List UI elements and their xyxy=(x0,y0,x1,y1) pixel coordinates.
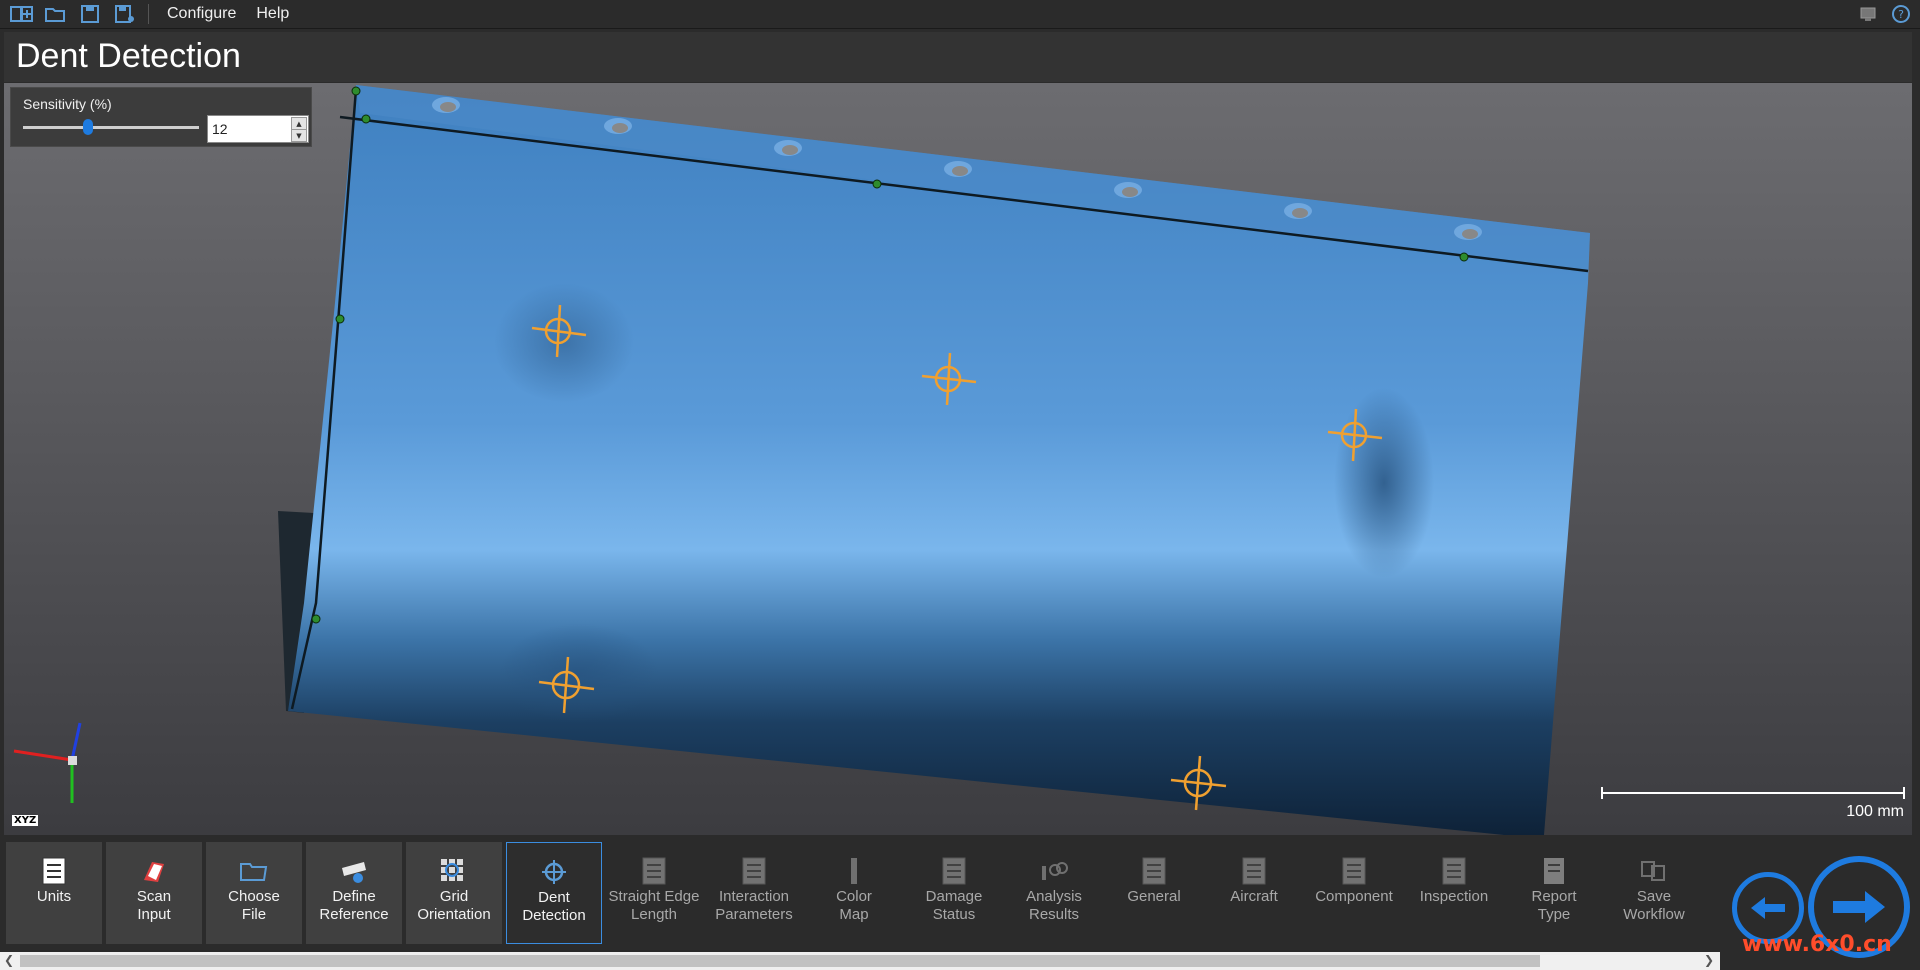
axis-label: XYZ xyxy=(12,815,39,826)
title-bar: Dent Detection xyxy=(4,32,1912,82)
define-reference-icon xyxy=(338,856,370,886)
tool-damage-status-button: Damage Status xyxy=(906,842,1002,944)
choose-file-icon xyxy=(238,856,270,886)
scan-input-icon xyxy=(138,856,170,886)
tool-label: Straight Edge Length xyxy=(608,888,700,923)
axis-triad xyxy=(13,722,82,803)
tool-units-button[interactable]: Units xyxy=(6,842,102,944)
tool-dent-detection-button[interactable]: Dent Detection xyxy=(506,842,602,944)
sensitivity-slider-track[interactable] xyxy=(23,126,199,129)
arrow-right-icon xyxy=(1833,891,1885,923)
tool-label: Inspection xyxy=(1419,888,1489,905)
dent-shadow xyxy=(499,623,659,723)
horizontal-scrollbar[interactable]: ❮ ❯ xyxy=(0,952,1720,970)
menu-help[interactable]: Help xyxy=(256,5,289,23)
3d-viewport[interactable]: Sensitivity (%) ▲ ▼ 100 mm XYZ xyxy=(4,83,1912,835)
new-project-icon[interactable] xyxy=(10,3,34,25)
sensitivity-panel: Sensitivity (%) ▲ ▼ xyxy=(10,87,312,147)
scroll-left-icon[interactable]: ❮ xyxy=(4,953,14,967)
tool-label: Damage Status xyxy=(925,888,983,923)
inspection-icon xyxy=(1438,856,1470,886)
page-title: Dent Detection xyxy=(16,37,241,75)
tool-inspection-button: Inspection xyxy=(1406,842,1502,944)
sensitivity-spinbox: ▲ ▼ xyxy=(207,115,309,143)
menu-separator xyxy=(148,4,149,24)
save-as-icon[interactable] xyxy=(112,3,136,25)
help-icon[interactable]: ? xyxy=(1890,4,1912,24)
scroll-right-icon[interactable]: ❯ xyxy=(1704,953,1714,967)
tool-label: Define Reference xyxy=(319,888,389,923)
scrollbar-thumb[interactable] xyxy=(20,955,1540,967)
tool-analysis-results-button: Analysis Results xyxy=(1006,842,1102,944)
component-icon xyxy=(1338,856,1370,886)
tool-straight-edge-length-button: Straight Edge Length xyxy=(606,842,702,944)
dent-shadow xyxy=(1334,388,1434,578)
dent-shadow xyxy=(494,283,634,403)
tool-save-workflow-button: Save Workflow xyxy=(1606,842,1702,944)
tool-scan-input-button[interactable]: Scan Input xyxy=(106,842,202,944)
color-map-icon xyxy=(838,856,870,886)
tool-label: Dent Detection xyxy=(522,889,586,924)
analysis-results-icon xyxy=(1038,856,1070,886)
tool-label: Aircraft xyxy=(1230,888,1278,905)
tool-general-button: General xyxy=(1106,842,1202,944)
tool-report-type-button: Report Type xyxy=(1506,842,1602,944)
display-icon[interactable] xyxy=(1858,4,1880,24)
tool-label: Analysis Results xyxy=(1026,888,1082,923)
report-type-icon xyxy=(1538,856,1570,886)
tool-label: Units xyxy=(36,888,72,905)
save-icon[interactable] xyxy=(78,3,102,25)
scale-bar xyxy=(1601,787,1905,799)
dent-detection-icon xyxy=(538,857,570,887)
tool-color-map-button: Color Map xyxy=(806,842,902,944)
tool-label: Choose File xyxy=(228,888,280,923)
tool-aircraft-button: Aircraft xyxy=(1206,842,1302,944)
menu-bar: Configure Help ? xyxy=(0,0,1920,29)
damage-status-icon xyxy=(938,856,970,886)
tool-label: Scan Input xyxy=(136,888,172,923)
tool-label: Color Map xyxy=(836,888,872,923)
tool-define-reference-button[interactable]: Define Reference xyxy=(306,842,402,944)
workflow-toolbar: Units Scan Input Choose File Define Referen… xyxy=(0,836,1920,952)
interaction-parameters-icon xyxy=(738,856,770,886)
units-icon xyxy=(38,856,70,886)
tool-label: Component xyxy=(1315,888,1393,905)
tool-label: Interaction Parameters xyxy=(715,888,793,923)
tool-choose-file-button[interactable]: Choose File xyxy=(206,842,302,944)
watermark: www.6x0.cn xyxy=(1742,932,1892,957)
sensitivity-label: Sensitivity (%) xyxy=(23,96,112,112)
sensitivity-input[interactable] xyxy=(210,118,290,140)
tool-interaction-parameters-button: Interaction Parameters xyxy=(706,842,802,944)
spin-down-icon[interactable]: ▼ xyxy=(291,129,307,142)
straight-edge-length-icon xyxy=(638,856,670,886)
scale-label: 100 mm xyxy=(1846,803,1904,820)
tool-label: General xyxy=(1127,888,1181,905)
open-folder-icon[interactable] xyxy=(44,3,68,25)
arrow-left-icon xyxy=(1751,897,1785,919)
svg-text:?: ? xyxy=(1898,8,1904,21)
sensitivity-slider-thumb[interactable] xyxy=(82,119,93,135)
save-workflow-icon xyxy=(1638,856,1670,886)
grid-orientation-icon xyxy=(438,856,470,886)
menu-configure[interactable]: Configure xyxy=(167,5,236,23)
general-icon xyxy=(1138,856,1170,886)
scan-scene[interactable] xyxy=(4,83,1912,835)
tool-label: Save Workflow xyxy=(1623,888,1685,923)
tool-label: Report Type xyxy=(1531,888,1577,923)
tool-label: Grid Orientation xyxy=(417,888,491,923)
tool-component-button: Component xyxy=(1306,842,1402,944)
tool-grid-orientation-button[interactable]: Grid Orientation xyxy=(406,842,502,944)
aircraft-icon xyxy=(1238,856,1270,886)
